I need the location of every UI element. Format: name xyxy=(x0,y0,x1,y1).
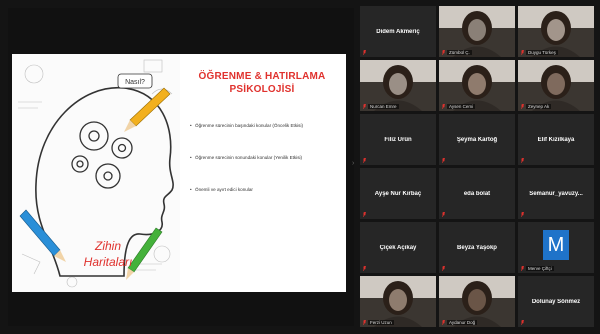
participant-tile[interactable]: Ayşe Nur Kırbaç xyxy=(360,168,436,219)
collapse-gallery-icon[interactable]: › xyxy=(352,160,356,168)
participant-tile[interactable]: Elif Kızılkaya xyxy=(518,114,594,165)
presentation-slide: Zihin Haritaları Nasıl? ÖĞRENME & HATIRL… xyxy=(12,54,346,292)
illustration-text-line1: Zihin xyxy=(94,239,121,253)
slide-bullet: • Önemli ve ayırt edici konular xyxy=(190,186,340,193)
mic-muted-icon xyxy=(363,212,366,217)
mic-muted-icon xyxy=(442,50,445,55)
mind-map-illustration: Zihin Haritaları Nasıl? xyxy=(12,54,180,292)
participant-tile[interactable]: Zeynep Ak xyxy=(518,60,594,111)
mic-muted-icon xyxy=(442,266,445,271)
participant-name: Semanur_yavuzy... xyxy=(529,190,583,197)
slide-bullet: • Öğrenme sürecinin sonundaki konular (Y… xyxy=(190,154,340,161)
participant-name: Aydanur Doğ xyxy=(447,320,478,325)
mic-muted-icon xyxy=(442,104,445,109)
participant-name: Duygu Türkeş xyxy=(526,50,558,55)
participant-tile[interactable]: Çiçek Açıkay xyxy=(360,222,436,273)
illustration-tag-text: Nasıl? xyxy=(125,79,145,86)
participant-name: Elif Kızılkaya xyxy=(537,136,575,143)
participant-tile[interactable]: Semanur_yavuzy... xyxy=(518,168,594,219)
slide-bullet-list: • Öğrenme sürecinin başındaki konular (Ö… xyxy=(190,122,340,218)
meeting-window: Zihin Haritaları Nasıl? ÖĞRENME & HATIRL… xyxy=(0,0,600,334)
slide-bullet-text: Önemli ve ayırt edici konular xyxy=(195,187,253,192)
participant-name: Ferzi Uzun xyxy=(368,320,394,325)
participant-name: Beyza Yaşokp xyxy=(457,244,497,251)
participant-tile[interactable]: Nurcan Emre xyxy=(360,60,436,111)
mic-muted-icon xyxy=(363,320,366,325)
participant-tile[interactable]: eda bolat xyxy=(439,168,515,219)
participant-name: Ayşe Nur Kırbaç xyxy=(374,190,422,197)
participant-tile[interactable]: Ferzi Uzun xyxy=(360,276,436,327)
participant-tile[interactable]: Şeyma Kartoğ xyxy=(439,114,515,165)
participant-name: Didem Akmeriç xyxy=(376,28,420,35)
participant-tile[interactable]: Duygu Türkeş xyxy=(518,6,594,57)
participant-tile[interactable]: Beyza Yaşokp xyxy=(439,222,515,273)
participant-tile[interactable]: Aysen Cemi xyxy=(439,60,515,111)
participant-tile[interactable]: Didem Akmeriç xyxy=(360,6,436,57)
participant-tile[interactable]: M Merve Çiftçi xyxy=(518,222,594,273)
participant-tile[interactable]: Filiz Ürün xyxy=(360,114,436,165)
participant-name: Nurcan Emre xyxy=(368,104,399,109)
mic-muted-icon xyxy=(521,158,524,163)
mic-muted-icon xyxy=(521,320,524,325)
mic-muted-icon xyxy=(521,212,524,217)
mic-muted-icon xyxy=(442,212,445,217)
mic-muted-icon xyxy=(521,104,524,109)
participant-tile[interactable]: Zümbül Ç. xyxy=(439,6,515,57)
participant-name: Aysen Cemi xyxy=(447,104,476,109)
mic-muted-icon xyxy=(363,50,366,55)
screen-share-area: Zihin Haritaları Nasıl? ÖĞRENME & HATIRL… xyxy=(8,8,354,326)
mic-muted-icon xyxy=(442,158,445,163)
participant-name: Dolunay Sönmez xyxy=(531,298,581,305)
participant-name: Zümbül Ç. xyxy=(447,50,472,55)
participant-gallery: Didem Akmeriç Zümbül Ç. Duygu Türkeş Nurcan… xyxy=(360,6,594,328)
slide-bullet-text: Öğrenme sürecinin sonundaki konular (Yen… xyxy=(195,155,303,160)
mic-muted-icon xyxy=(442,320,445,325)
avatar: M xyxy=(543,230,569,260)
participant-tile[interactable]: Dolunay Sönmez xyxy=(518,276,594,327)
slide-title-line2: PSİKOLOJİSİ xyxy=(229,84,295,95)
mic-muted-icon xyxy=(521,50,524,55)
participant-tile[interactable]: Aydanur Doğ xyxy=(439,276,515,327)
participant-name: eda bolat xyxy=(463,190,491,197)
mic-muted-icon xyxy=(363,104,366,109)
mic-muted-icon xyxy=(363,158,366,163)
participant-name: Merve Çiftçi xyxy=(526,266,554,271)
participant-name: Zeynep Ak xyxy=(526,104,552,109)
slide-bullet: • Öğrenme sürecinin başındaki konular (Ö… xyxy=(190,122,340,129)
participant-name: Çiçek Açıkay xyxy=(379,244,417,251)
slide-title: ÖĞRENME & HATIRLAMA PSİKOLOJİSİ xyxy=(184,70,340,96)
mic-muted-icon xyxy=(521,266,524,271)
illustration-text-line2: Haritaları xyxy=(84,255,133,269)
slide-bullet-text: Öğrenme sürecinin başındaki konular (Önc… xyxy=(195,123,303,128)
mic-muted-icon xyxy=(363,266,366,271)
participant-name: Şeyma Kartoğ xyxy=(456,136,498,143)
participant-name: Filiz Ürün xyxy=(384,136,412,143)
slide-title-line1: ÖĞRENME & HATIRLAMA xyxy=(198,71,326,82)
